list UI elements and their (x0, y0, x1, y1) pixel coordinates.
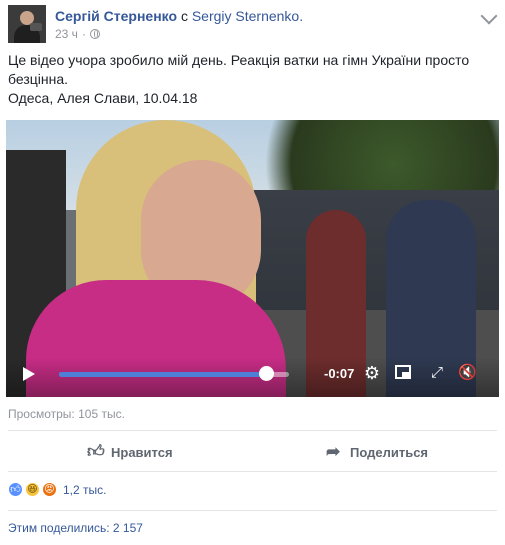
post-timestamp[interactable]: 23 ч (55, 27, 78, 41)
post-text: Це відео учора зробило мій день. Реакція… (8, 51, 488, 108)
like-button-label: Нравится (111, 444, 173, 460)
haha-reaction-icon: 😆︎ (25, 482, 40, 497)
divider-top (8, 430, 497, 431)
facebook-post: Сергій Стерненко с Sergiy Sternenko. 23 … (0, 0, 505, 545)
video-progress-fill (59, 372, 266, 377)
video-progress-bar[interactable] (59, 372, 289, 377)
view-count: Просмотры: 105 тыс. (8, 407, 125, 421)
like-reaction-icon: 👍︎ (8, 482, 23, 497)
like-button[interactable]: 👍︎ Нравится (87, 440, 173, 464)
angry-reaction-icon: 😡︎ (42, 482, 57, 497)
author-name-link[interactable]: Сергій Стерненко (55, 8, 177, 24)
fullscreen-icon[interactable]: ⤢ (429, 365, 445, 381)
share-button[interactable]: ➦ Поделиться (326, 440, 428, 464)
divider-bottom (8, 510, 497, 511)
reactions-summary[interactable]: 👍︎ 😆︎ 😡︎ 1,2 тыс. (8, 482, 106, 497)
avatar[interactable] (8, 5, 46, 43)
video-progress-knob[interactable] (259, 366, 274, 381)
post-text-line-1: Це відео учора зробило мій день. Реакція… (8, 52, 470, 87)
divider-middle (8, 471, 497, 472)
shares-count[interactable]: Этим поделились: 2 157 (8, 521, 143, 535)
gear-icon[interactable]: ⚙ (363, 364, 381, 382)
play-icon[interactable] (23, 367, 35, 381)
chevron-down-icon[interactable] (480, 7, 498, 25)
video-player[interactable]: -0:07 ⚙ ⤢ 🔇 (6, 120, 499, 397)
video-controls-bar (6, 357, 499, 397)
share-arrow-icon: ➦ (326, 442, 341, 461)
tagged-page-link[interactable]: Sergiy Sternenko. (192, 8, 303, 24)
picture-in-picture-icon[interactable] (395, 365, 411, 379)
post-text-line-2: Одеса, Алея Слави, 10.04.18 (8, 90, 198, 106)
camera-icon (30, 23, 42, 31)
globe-icon[interactable] (89, 29, 100, 39)
share-button-label: Поделиться (350, 444, 429, 460)
meta-dot: · (81, 27, 86, 41)
post-header: Сергій Стерненко с Sergiy Sternenko. (55, 8, 303, 24)
reactions-count[interactable]: 1,2 тыс. (63, 483, 106, 497)
mute-icon[interactable]: 🔇 (458, 364, 482, 382)
thumbs-up-icon: 👍︎ (87, 442, 105, 461)
with-word: с (180, 8, 188, 24)
video-time-remaining: -0:07 (324, 366, 355, 381)
post-meta: 23 ч · (55, 27, 100, 41)
